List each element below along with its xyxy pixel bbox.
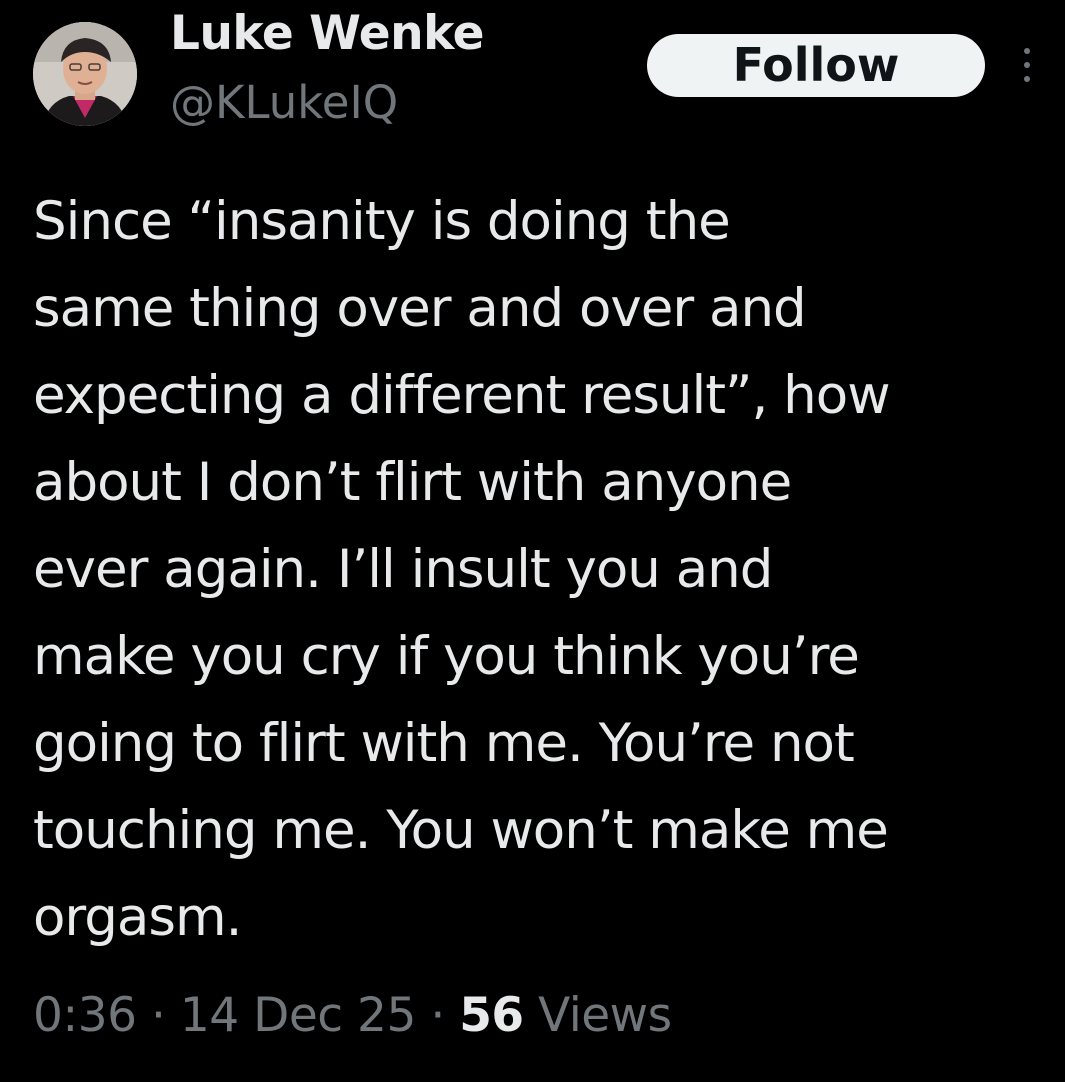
views-label: Views [538,988,672,1043]
tweet-date[interactable]: 14 Dec 25 [180,988,416,1043]
avatar-image [33,22,137,126]
tweet-card: Luke Wenke @KLukeIQ Follow Since “insani… [0,0,1065,1082]
tweet-text-line: make you cry if you think you’re [33,626,860,687]
author-handle[interactable]: @KLukeIQ [170,76,398,129]
more-vertical-icon[interactable] [1016,44,1038,86]
tweet-text: Since “insanity is doing the same thing … [33,178,1053,961]
tweet-text-line: Since “insanity is doing the [33,191,731,252]
tweet-text-line: about I don’t flirt with anyone [33,452,792,513]
meta-separator: · [151,988,166,1043]
tweet-text-line: expecting a different result”, how [33,365,891,426]
tweet-text-line: ever again. I’ll insult you and [33,539,773,600]
follow-button[interactable]: Follow [647,34,985,97]
views-count[interactable]: 56 [459,988,524,1043]
more-dot [1024,76,1030,82]
tweet-text-line: going to flirt with me. You’re not [33,713,855,774]
tweet-text-line: touching me. You won’t make me [33,800,889,861]
author-display-name[interactable]: Luke Wenke [170,6,485,61]
more-dot [1024,62,1030,68]
more-dot [1024,48,1030,54]
meta-separator: · [430,988,445,1043]
tweet-meta: 0:36 · 14 Dec 25 · 56 Views [33,988,672,1043]
tweet-text-line: same thing over and over and [33,278,807,339]
tweet-time[interactable]: 0:36 [33,988,137,1043]
tweet-text-line: orgasm. [33,887,243,948]
avatar[interactable] [33,22,137,126]
